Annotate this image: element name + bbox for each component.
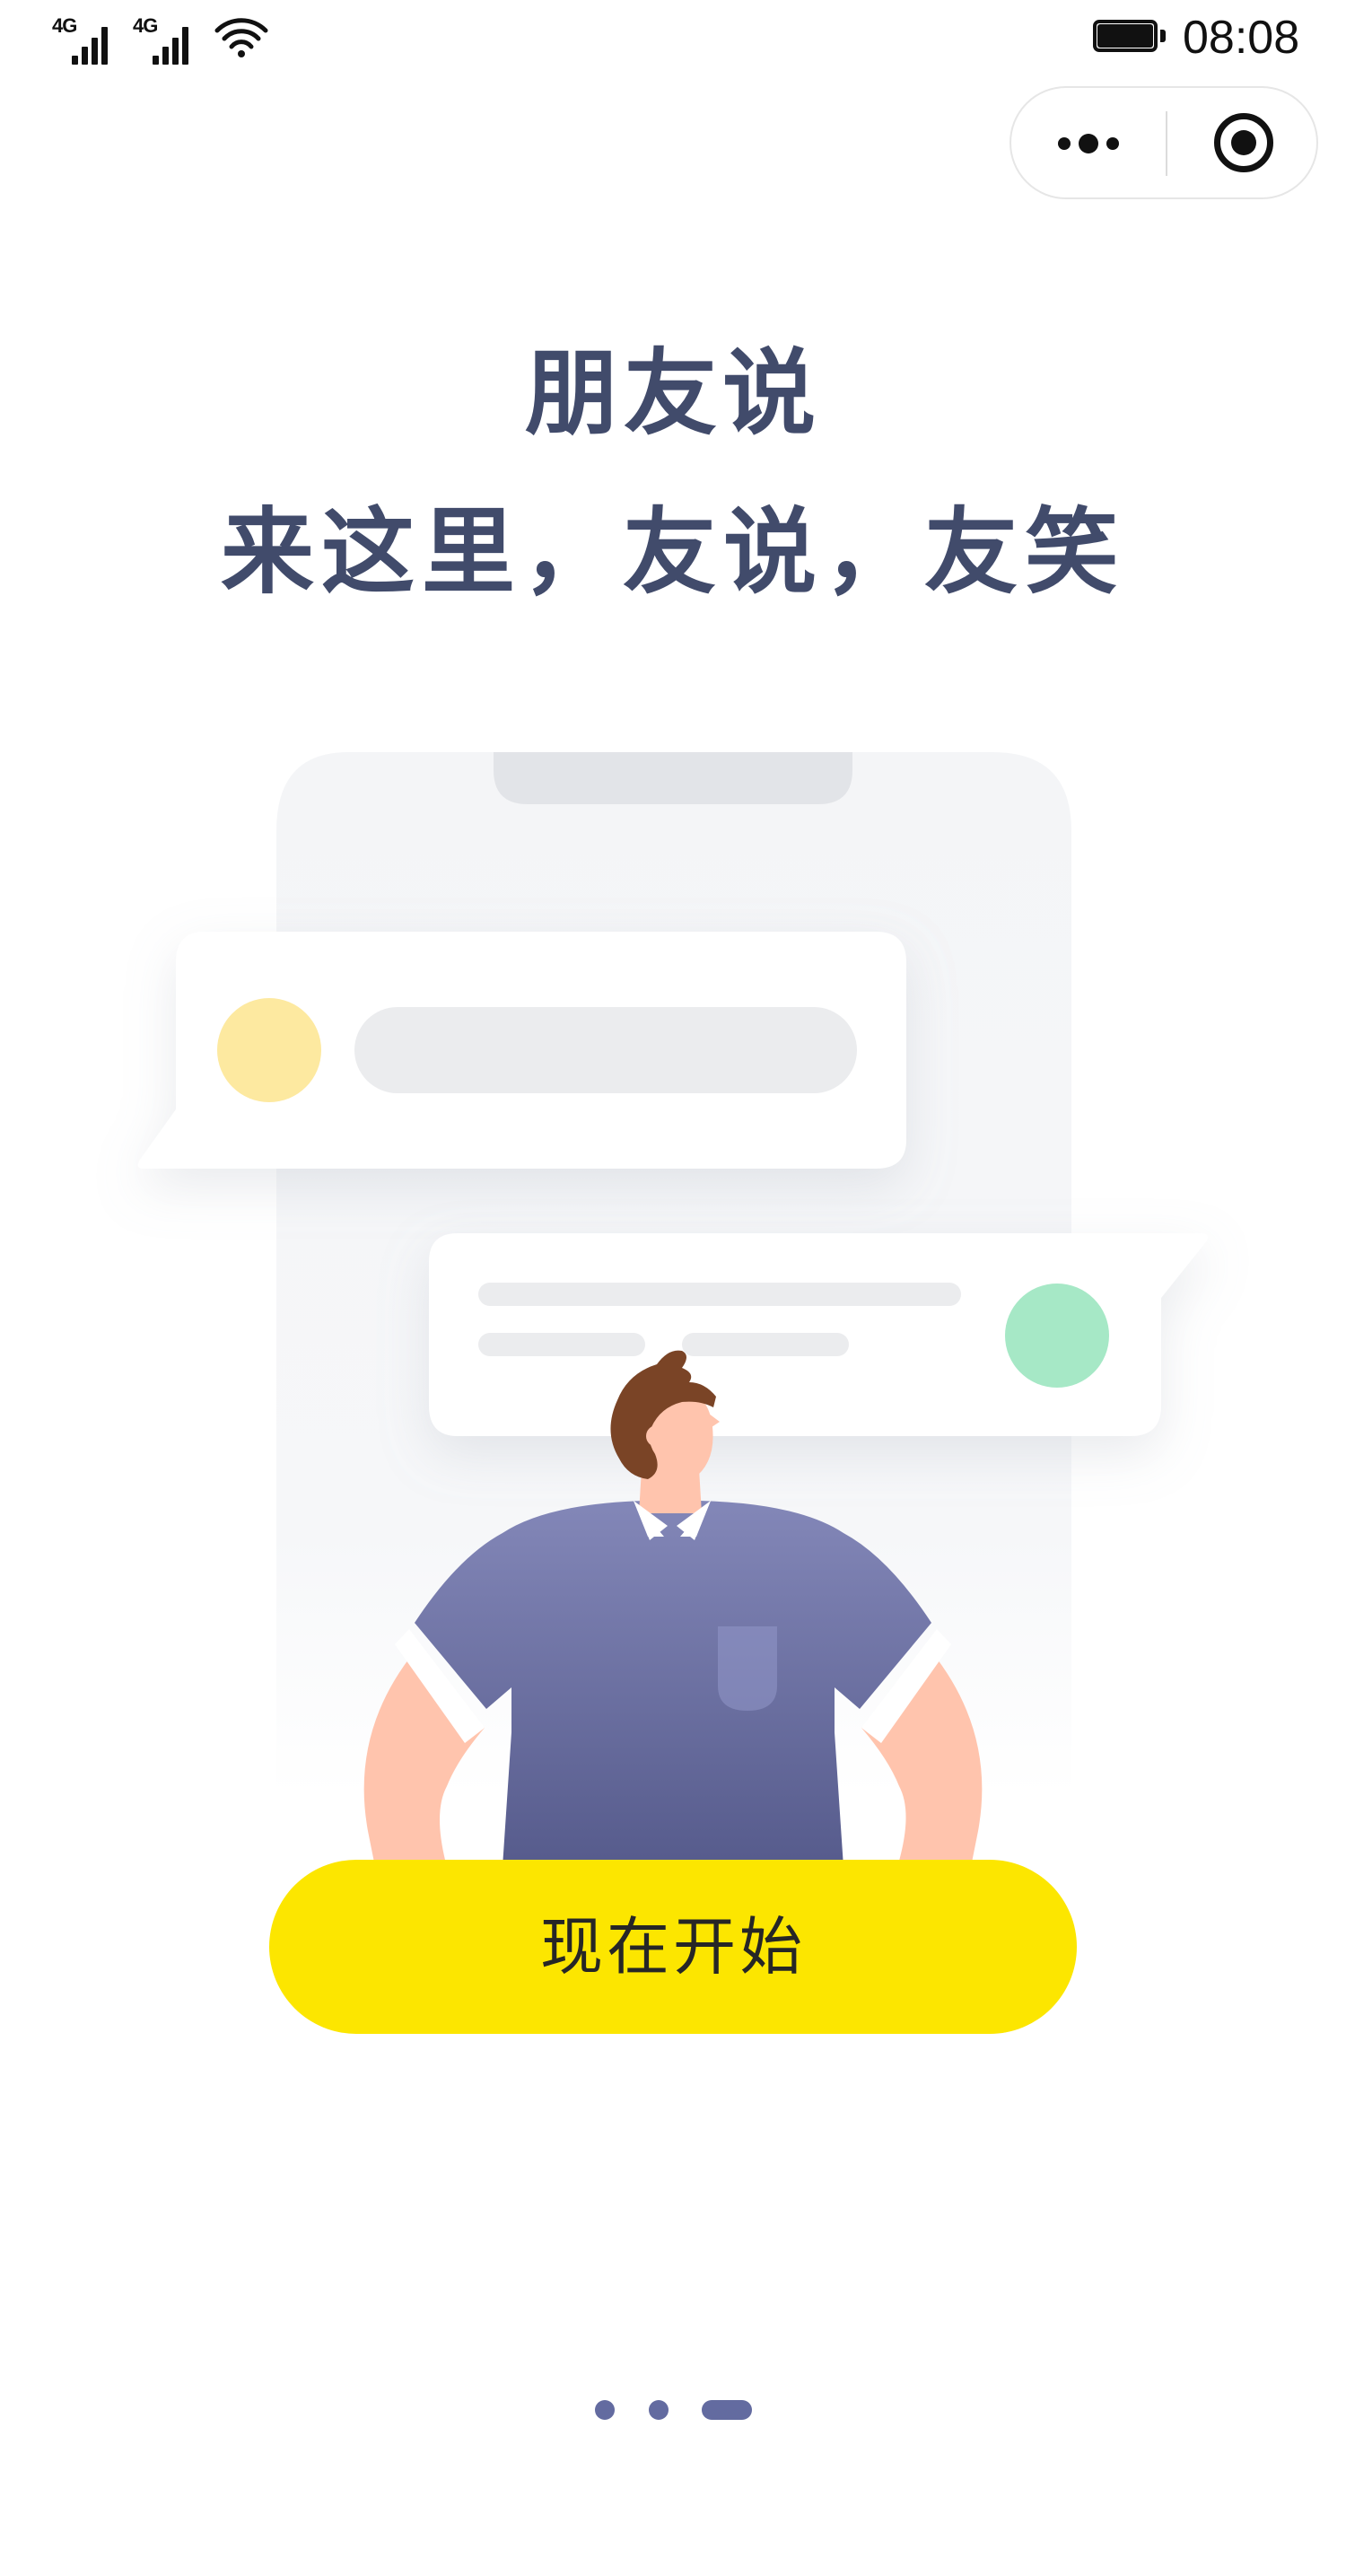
- message-line-2: [478, 1333, 645, 1356]
- avatar-green: [1005, 1284, 1109, 1388]
- page-dot-3-active[interactable]: [702, 2400, 752, 2420]
- person-figure: [363, 1350, 983, 1867]
- more-button[interactable]: [1011, 88, 1166, 197]
- chat-bubble-right: [429, 1233, 1208, 1436]
- signal-2-label: 4G: [133, 14, 158, 37]
- page-dot-1[interactable]: [595, 2400, 615, 2420]
- signal-2: 4G: [133, 14, 205, 65]
- phone-silhouette: [276, 752, 1071, 1795]
- signal-1: 4G: [52, 14, 124, 65]
- close-miniprogram-button[interactable]: [1167, 88, 1318, 197]
- battery-full-icon: [1093, 20, 1168, 54]
- wifi-icon: [214, 18, 268, 57]
- chat-bubble-left: [137, 932, 906, 1169]
- signal-1-label: 4G: [52, 14, 77, 37]
- status-time: 08:08: [1183, 12, 1300, 64]
- start-now-button[interactable]: 现在开始: [269, 1860, 1077, 2034]
- message-placeholder: [354, 1007, 857, 1093]
- page-dot-2[interactable]: [649, 2400, 669, 2420]
- page-indicator: [0, 2396, 1346, 2423]
- status-bar: 4G 4G 08:08: [0, 0, 1346, 81]
- avatar-yellow: [217, 998, 321, 1102]
- message-line-1: [478, 1283, 961, 1306]
- page-title: 朋友说: [524, 338, 821, 448]
- page-subtitle: 来这里，友说，友笑: [220, 497, 1125, 607]
- capsule-menu: [1010, 86, 1318, 199]
- message-line-3: [682, 1333, 849, 1356]
